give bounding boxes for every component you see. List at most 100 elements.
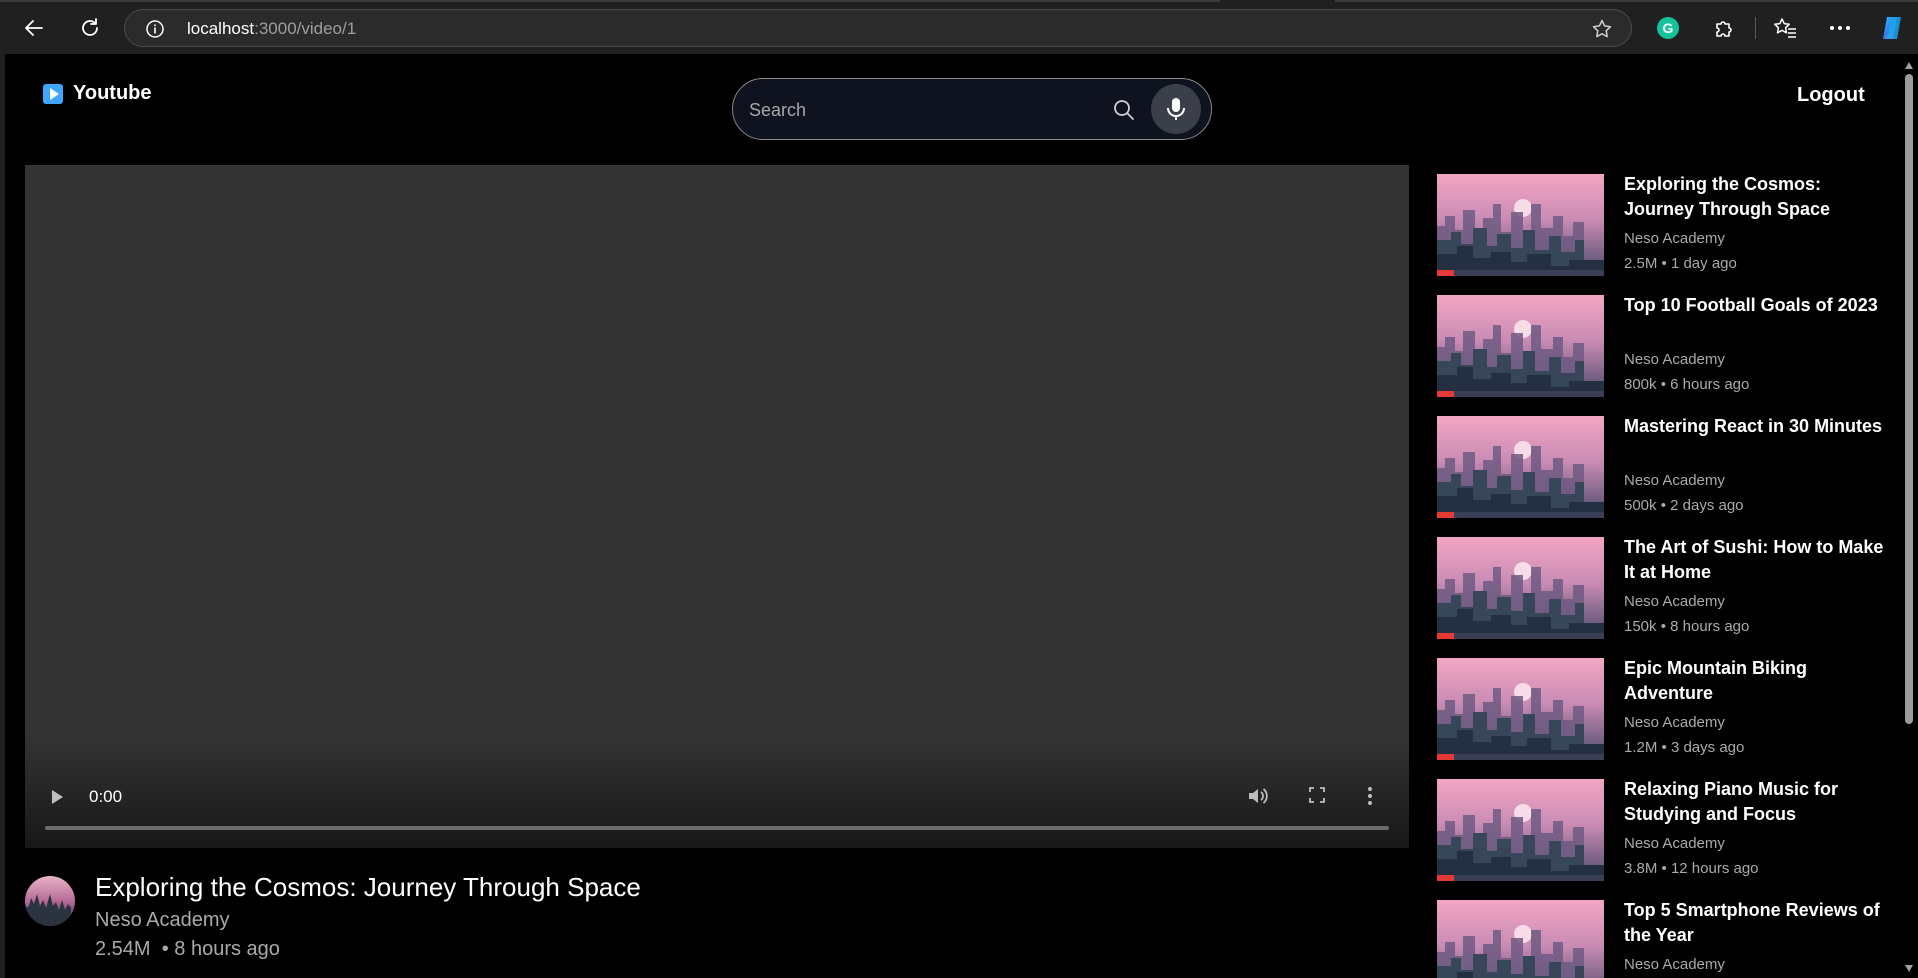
recommendation-stats: 3.8M • 12 hours ago [1624, 860, 1759, 877]
recommendation-views: 800k [1624, 376, 1657, 393]
video-thumbnail[interactable] [1437, 416, 1604, 518]
recommendation-channel: Neso Academy [1624, 714, 1725, 731]
recommendation-views: 1.2M [1624, 739, 1658, 756]
recommendation-title: Top 10 Football Goals of 2023 [1624, 295, 1878, 315]
scroll-down-arrow-icon[interactable] [1905, 965, 1913, 972]
fullscreen-icon[interactable] [1308, 786, 1326, 804]
watch-progress-bar [1437, 391, 1604, 397]
recommendation-channel: Neso Academy [1624, 593, 1725, 610]
video-age: 8 hours ago [174, 938, 280, 960]
current-time: 0:00 [89, 787, 123, 806]
avatar-image [25, 876, 75, 926]
video-progress-bar[interactable] [45, 826, 1389, 830]
thumbnail-image [1437, 537, 1604, 639]
recommendation-age: 3 days ago [1670, 739, 1745, 756]
video-thumbnail[interactable] [1437, 900, 1604, 978]
voice-search-button[interactable] [1151, 84, 1201, 134]
logo[interactable]: Youtube [43, 82, 152, 105]
thumbnail-image [1437, 416, 1604, 518]
video-channel[interactable]: Neso Academy [95, 909, 230, 932]
play-icon[interactable] [49, 788, 65, 806]
address-bar[interactable]: localhost:3000/video/1 [124, 9, 1632, 47]
tab-strip-edge [0, 0, 1220, 2]
recommendation-item[interactable]: Relaxing Piano Music for Studying and Fo… [1437, 779, 1897, 900]
controls-gradient [25, 738, 1409, 848]
video-thumbnail[interactable] [1437, 295, 1604, 397]
more-horizontal-icon [1830, 26, 1850, 30]
recommendation-stats: 150k • 8 hours ago [1624, 618, 1750, 635]
recommendation-views: 500k [1624, 497, 1657, 514]
watch-progress-bar [1437, 633, 1604, 639]
logout-button[interactable]: Logout [1797, 84, 1865, 107]
recommendations-list: Exploring the Cosmos: Journey Through Sp… [1437, 174, 1897, 978]
thumbnail-image [1437, 779, 1604, 881]
search-icon[interactable] [1112, 98, 1136, 122]
recommendation-channel: Neso Academy [1624, 956, 1725, 973]
star-icon[interactable] [1591, 18, 1613, 40]
grammarly-button[interactable]: G [1653, 13, 1683, 43]
toolbar-divider [1755, 17, 1756, 39]
watch-progress-bar [1437, 270, 1604, 276]
recommendation-title: Epic Mountain Biking Adventure [1624, 658, 1807, 703]
recommendation-title: Relaxing Piano Music for Studying and Fo… [1624, 779, 1839, 824]
copilot-icon [1883, 17, 1901, 39]
extensions-button[interactable] [1709, 13, 1739, 43]
logo-text: Youtube [73, 82, 152, 104]
thumbnail-image [1437, 658, 1604, 760]
recommendation-item[interactable]: Mastering React in 30 Minutes Neso Acade… [1437, 416, 1897, 537]
watch-progress-fill [1437, 875, 1454, 881]
recommendation-item[interactable]: Epic Mountain Biking Adventure Neso Acad… [1437, 658, 1897, 779]
recommendation-channel: Neso Academy [1624, 230, 1725, 247]
volume-icon[interactable] [1247, 786, 1269, 806]
grammarly-icon: G [1657, 17, 1679, 39]
recommendation-title: The Art of Sushi: How to Make It at Home [1624, 537, 1884, 582]
recommendation-views: 2.5M [1624, 255, 1658, 272]
watch-progress-fill [1437, 633, 1454, 639]
copilot-button[interactable] [1877, 13, 1907, 43]
watch-progress-fill [1437, 391, 1454, 397]
recommendation-views: 150k [1624, 618, 1657, 635]
search-input[interactable] [747, 91, 1081, 129]
more-button[interactable] [1825, 13, 1855, 43]
video-thumbnail[interactable] [1437, 537, 1604, 639]
puzzle-icon [1716, 21, 1732, 37]
watch-progress-bar [1437, 754, 1604, 760]
page-scrollbar[interactable] [1900, 54, 1918, 978]
video-stats: 2.54M • 8 hours ago [95, 938, 280, 960]
scrollbar-thumb[interactable] [1905, 74, 1913, 724]
recommendation-age: 12 hours ago [1670, 860, 1759, 877]
play-logo-icon [43, 83, 63, 104]
recommendation-item[interactable]: Top 10 Football Goals of 2023 Neso Acade… [1437, 295, 1897, 416]
recommendation-channel: Neso Academy [1624, 472, 1725, 489]
reload-button[interactable] [74, 12, 106, 44]
video-player[interactable]: 0:00 [25, 165, 1409, 848]
url-text[interactable]: localhost:3000/video/1 [187, 19, 356, 39]
thumbnail-image [1437, 900, 1604, 978]
video-thumbnail[interactable] [1437, 658, 1604, 760]
favorites-button[interactable] [1770, 13, 1800, 43]
recommendation-item[interactable]: The Art of Sushi: How to Make It at Home… [1437, 537, 1897, 658]
video-thumbnail[interactable] [1437, 174, 1604, 276]
recommendation-title: Mastering React in 30 Minutes [1624, 416, 1883, 436]
back-button[interactable] [18, 12, 50, 44]
url-path: :3000/video/1 [254, 19, 357, 38]
more-vertical-icon[interactable] [1367, 786, 1373, 806]
video-thumbnail[interactable] [1437, 779, 1604, 881]
watch-progress-fill [1437, 512, 1454, 518]
recommendation-channel: Neso Academy [1624, 835, 1725, 852]
channel-avatar[interactable] [25, 876, 75, 926]
page: Youtube Logout 0:00 Exploring the Cosmos… [5, 54, 1900, 978]
recommendation-title: Exploring the Cosmos: Journey Through Sp… [1624, 174, 1831, 219]
recommendation-age: 2 days ago [1670, 497, 1744, 514]
info-icon[interactable] [145, 19, 165, 39]
scroll-up-arrow-icon[interactable] [1905, 62, 1913, 69]
microphone-icon [1167, 98, 1185, 120]
recommendation-item[interactable]: Exploring the Cosmos: Journey Through Sp… [1437, 174, 1897, 295]
recommendation-stats: 1.2M • 3 days ago [1624, 739, 1745, 756]
recommendation-age: 1 day ago [1670, 255, 1737, 272]
recommendation-stats: 800k • 6 hours ago [1624, 376, 1750, 393]
recommendation-stats: 500k • 2 days ago [1624, 497, 1744, 514]
svg-text:G: G [1663, 20, 1674, 36]
recommendation-item[interactable]: Top 5 Smartphone Reviews of the Year Nes… [1437, 900, 1897, 978]
recommendation-stats: 2.5M • 1 day ago [1624, 255, 1737, 272]
